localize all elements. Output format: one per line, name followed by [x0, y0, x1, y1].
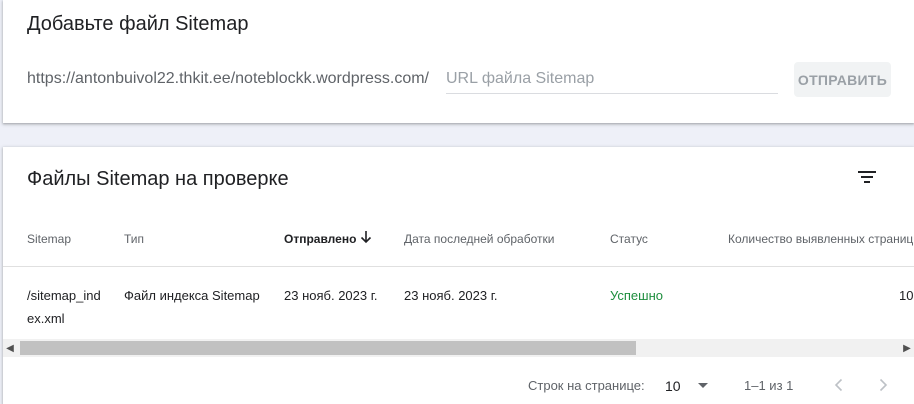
- url-prefix: https://antonbuivol22.thkit.ee/noteblock…: [27, 70, 429, 87]
- cell-submitted: 23 нояб. 2023 г.: [284, 288, 378, 303]
- cell-discovered: 10: [899, 288, 914, 303]
- scroll-left-arrow-icon[interactable]: ◀: [3, 339, 17, 357]
- add-sitemap-card: Добавьте файл Sitemap https://antonbuivo…: [3, 0, 914, 123]
- rows-per-page-select[interactable]: 10: [665, 375, 713, 397]
- previous-page-button[interactable]: [827, 373, 851, 397]
- chevron-right-icon: [879, 378, 888, 392]
- rows-per-page-label: Строк на странице:: [528, 378, 645, 393]
- dropdown-arrow-icon: [697, 383, 708, 388]
- cell-last-read: 23 нояб. 2023 г.: [404, 288, 498, 303]
- column-header-submitted[interactable]: Отправлено: [284, 232, 356, 246]
- sitemap-url-input[interactable]: [446, 64, 778, 94]
- column-header-status[interactable]: Статус: [610, 232, 648, 246]
- add-sitemap-title: Добавьте файл Sitemap: [27, 13, 249, 35]
- submit-button[interactable]: ОТПРАВИТЬ: [794, 62, 891, 97]
- submitted-sitemaps-card: Файлы Sitemap на проверке Sitemap Тип От…: [3, 147, 914, 404]
- next-page-button[interactable]: [871, 373, 895, 397]
- arrow-down-icon[interactable]: [359, 229, 373, 245]
- pagination-range: 1–1 из 1: [744, 378, 794, 393]
- column-header-sitemap[interactable]: Sitemap: [27, 232, 71, 246]
- column-header-type[interactable]: Тип: [124, 232, 144, 246]
- column-header-discovered[interactable]: Количество выявленных страниц: [728, 232, 913, 246]
- cell-status: Успешно: [610, 288, 663, 303]
- column-header-last-read[interactable]: Дата последней обработки: [404, 232, 554, 246]
- filter-icon: [858, 171, 876, 183]
- scrollbar-thumb[interactable]: [20, 341, 636, 355]
- submitted-sitemaps-title: Файлы Sitemap на проверке: [27, 168, 289, 190]
- scroll-right-arrow-icon[interactable]: ▶: [900, 339, 914, 357]
- cell-type: Файл индекса Sitemap: [124, 288, 260, 303]
- header-divider: [3, 266, 914, 267]
- horizontal-scrollbar[interactable]: ◀ ▶: [3, 339, 914, 357]
- rows-per-page-value: 10: [665, 378, 681, 394]
- cell-sitemap[interactable]: /sitemap_index.xml: [27, 284, 107, 330]
- chevron-left-icon: [834, 378, 843, 392]
- filter-button[interactable]: [853, 163, 881, 191]
